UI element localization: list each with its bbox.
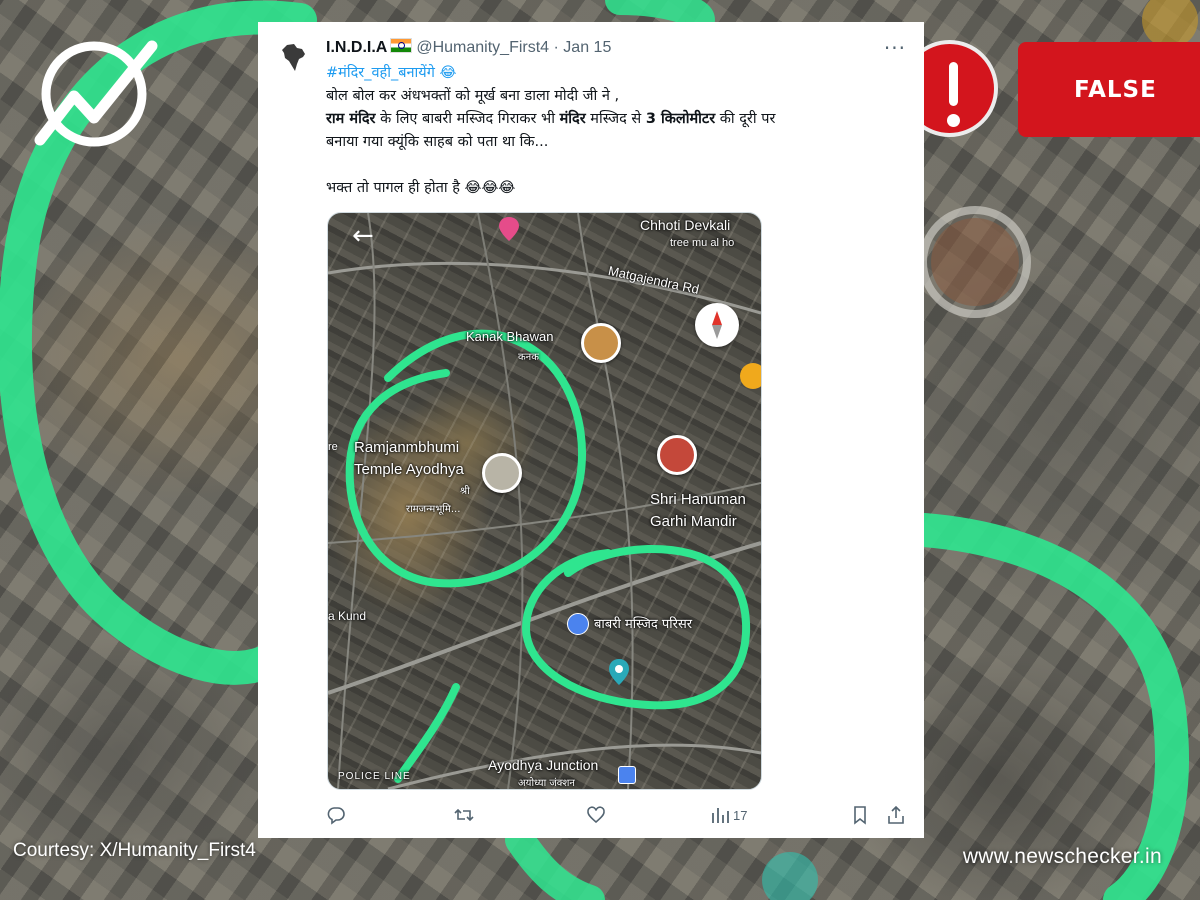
share-icon <box>888 805 904 824</box>
india-flag-icon <box>390 38 413 53</box>
map-label-shri: श्री <box>460 486 470 497</box>
reply-icon <box>327 807 345 825</box>
verdict-badge: FALSE <box>1018 42 1200 137</box>
share-button[interactable] <box>886 804 906 826</box>
compass-icon[interactable] <box>695 303 739 347</box>
tweet-card: I.N.D.I.A @Humanity_First4 · Jan 15 ··· #… <box>258 22 924 838</box>
retweet-button[interactable] <box>454 804 474 826</box>
views-count: 17 <box>733 807 748 823</box>
like-button[interactable] <box>586 804 606 826</box>
separator: · <box>553 39 559 56</box>
ramjanmbhumi-photo-pin[interactable] <box>482 453 522 493</box>
map-label-police-line: POLICE LINE <box>338 771 411 782</box>
tweet-date[interactable]: Jan 15 <box>563 39 611 56</box>
tweet-line-3: बनाया गया क्यूंकि साहब को पता था कि... <box>326 134 549 150</box>
map-label-ramjanmbhumi-hi: रामजन्मभूमि... <box>406 504 461 515</box>
map-label-ayodhya-junction-hi: अयोध्या जंक्शन <box>518 778 575 789</box>
railway-station-icon <box>618 766 636 784</box>
back-arrow-icon[interactable]: ← <box>352 221 374 251</box>
tweet-line-4: भक्त तो पागल ही होता है 😂😂😂 <box>326 180 516 196</box>
site-url: www.newschecker.in <box>962 845 1162 868</box>
sun-place-icon <box>740 363 761 389</box>
map-label-chhoti-devkali: Chhoti Devkali <box>640 217 731 233</box>
pink-map-pin-icon <box>499 217 519 241</box>
tweet-map-image[interactable]: ← Chhoti Devkali tree mu al ho Matgajend… <box>327 212 762 790</box>
views-button[interactable]: 17 <box>710 804 747 826</box>
map-label-kanak-hi: कनक <box>518 352 539 363</box>
views-icon <box>712 808 729 823</box>
display-name[interactable]: I.N.D.I.A <box>326 39 387 56</box>
map-label-tree: tree mu al ho <box>670 237 735 249</box>
map-label-ramjanmbhumi-2: Temple Ayodhya <box>354 461 464 478</box>
map-label-ramjanmbhumi-1: Ramjanmbhumi <box>354 439 460 456</box>
tweet-line-1: बोल बोल कर अंधभक्तों को मूर्ख बना डाला म… <box>326 88 620 104</box>
map-label-hanuman-1: Shri Hanuman <box>650 491 746 508</box>
bookmark-icon <box>854 806 866 825</box>
like-icon <box>587 806 605 824</box>
bookmark-button[interactable] <box>850 804 870 826</box>
user-handle[interactable]: @Humanity_First4 <box>416 39 549 56</box>
map-label-hanuman-2: Garhi Mandir <box>650 513 737 530</box>
tweet-text: #मंदिर_वही_बनायेंगे 😂 बोल बोल कर अंधभक्त… <box>326 62 911 200</box>
hashtag-link[interactable]: #मंदिर_वही_बनायेंगे 😂 <box>326 65 456 81</box>
map-label-ayodhya-junction: Ayodhya Junction <box>488 757 599 773</box>
courtesy-credit: Courtesy: X/Humanity_First4 <box>13 840 256 861</box>
map-label-kund: a Kund <box>328 609 367 623</box>
tweet-line-2: राम मंदिर के लिए बाबरी मस्जिद गिराकर भी … <box>326 111 776 127</box>
tweet-action-bar: 17 <box>324 804 914 826</box>
tweet-header: I.N.D.I.A @Humanity_First4 · Jan 15 <box>326 38 611 57</box>
reply-button[interactable] <box>326 804 346 826</box>
lock-place-icon[interactable] <box>567 613 589 635</box>
avatar[interactable] <box>278 42 310 74</box>
map-label-re: re <box>328 441 338 453</box>
more-dots-icon[interactable]: ··· <box>884 36 906 60</box>
newschecker-logo-icon <box>34 40 158 147</box>
hanuman-garhi-photo-pin[interactable] <box>657 435 697 475</box>
retweet-icon <box>454 808 474 822</box>
camera-pin-icon[interactable] <box>609 659 629 685</box>
kanak-bhawan-photo-pin[interactable] <box>581 323 621 363</box>
map-label-babri-masjid: बाबरी मस्जिद परिसर <box>594 617 693 632</box>
map-label-kanak-bhawan: Kanak Bhawan <box>466 329 554 344</box>
